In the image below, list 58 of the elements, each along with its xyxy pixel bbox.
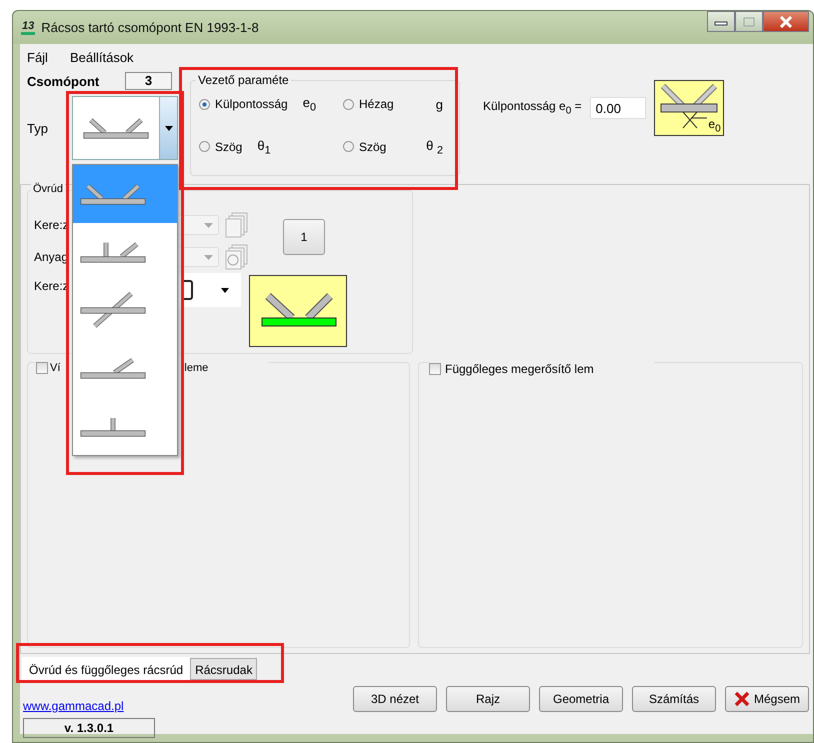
website-link[interactable]: www.gammacad.pl xyxy=(23,699,124,713)
tab[interactable]: Övrúd és függőleges rácsrúd xyxy=(22,657,190,680)
action-button[interactable]: Geometria xyxy=(539,686,623,712)
joint-icon xyxy=(78,292,148,328)
action-button[interactable]: 3D nézet xyxy=(353,686,437,712)
radio-button[interactable] xyxy=(343,98,354,110)
eccentricity-label: Külpontosság e$_{0}$ = xyxy=(483,99,582,117)
maximize-icon xyxy=(743,16,755,26)
copy-icon[interactable] xyxy=(225,212,249,238)
symbol-label: g xyxy=(436,96,443,112)
node-label: Csomópont xyxy=(27,74,100,88)
menu-item[interactable]: Beállítások xyxy=(70,50,134,66)
minimize-button[interactable] xyxy=(707,11,735,32)
checkbox[interactable] xyxy=(36,362,48,374)
action-button[interactable]: Mégsem xyxy=(725,686,809,712)
joint-icon xyxy=(78,356,148,380)
diagram-label: e$_{0}$ xyxy=(708,116,721,134)
checkbox[interactable] xyxy=(429,363,441,375)
action-button[interactable]: Rajz xyxy=(446,686,530,712)
cross-icon xyxy=(734,691,750,707)
type-label: Typ xyxy=(27,120,49,136)
checkbox-label: Ví xyxy=(50,362,60,374)
joint-icon xyxy=(81,116,151,140)
radio-label: Szög xyxy=(359,140,386,154)
close-button[interactable] xyxy=(763,11,809,32)
radio-button[interactable] xyxy=(343,141,354,152)
radio-label: Szög xyxy=(215,140,242,154)
symbol-label: e$_{0}$ xyxy=(302,95,316,114)
maximize-button[interactable] xyxy=(735,11,763,32)
count-button[interactable]: 1 xyxy=(283,219,325,255)
window-title: Rácsos tartó csomópont EN 1993-1-8 xyxy=(41,20,259,35)
symbol-label: θ $_{2}$ xyxy=(426,138,443,156)
radio-label: Hézag xyxy=(359,97,394,112)
joint-icon xyxy=(78,182,148,206)
checkbox-label: Függőleges megerősítő lem xyxy=(445,362,594,376)
node-number-field[interactable]: 3 xyxy=(125,72,172,90)
group-title: Vezető paraméte xyxy=(196,73,291,87)
radio-button[interactable] xyxy=(199,98,210,110)
joint-type-dropdown[interactable] xyxy=(72,96,178,160)
copy-icon[interactable] xyxy=(225,244,249,270)
radio-label: Külpontosság xyxy=(215,97,288,112)
tab[interactable]: Rácsrudak xyxy=(190,658,258,680)
joint-type-option[interactable] xyxy=(73,165,177,223)
caret-icon xyxy=(220,288,229,292)
group-title: Övrúd xyxy=(31,183,65,195)
menu-item[interactable]: Fájl xyxy=(27,50,48,66)
symbol-label: θ$_{1}$ xyxy=(257,138,271,156)
eccentricity-field[interactable]: 0.00 xyxy=(590,97,646,119)
dropdown-arrow-button[interactable] xyxy=(159,97,177,159)
caret-icon xyxy=(204,254,213,260)
radio-button[interactable] xyxy=(199,141,210,152)
checkbox-label: leme xyxy=(184,362,208,374)
caret-icon xyxy=(164,126,172,130)
joint-icon xyxy=(78,240,148,264)
version-label: v. 1.3.0.1 xyxy=(23,718,155,738)
close-icon xyxy=(779,16,793,28)
caret-icon xyxy=(204,222,213,228)
action-button[interactable]: Számítás xyxy=(632,686,716,712)
